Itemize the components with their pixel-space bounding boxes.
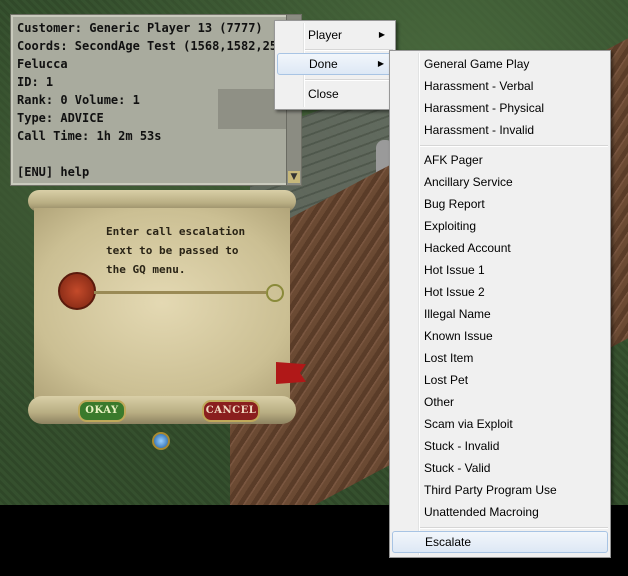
submenu-item-hot-issue-1[interactable]: Hot Issue 1 — [392, 259, 608, 281]
gem-icon — [152, 432, 170, 450]
submenu-item-harassment-physical[interactable]: Harassment - Physical — [392, 97, 608, 119]
submenu-item-ancillary-service[interactable]: Ancillary Service — [392, 171, 608, 193]
submenu-item-unattended-macroing[interactable]: Unattended Macroing — [392, 501, 608, 523]
submenu-item-lost-item[interactable]: Lost Item — [392, 347, 608, 369]
menu-separator — [305, 49, 393, 51]
type-line: Type: ADVICE — [17, 111, 104, 125]
submenu-item-bug-report[interactable]: Bug Report — [392, 193, 608, 215]
dialog-body: Enter call escalation text to be passed … — [34, 208, 306, 398]
menu-separator — [305, 79, 393, 81]
submenu-item-stuck-invalid[interactable]: Stuck - Invalid — [392, 435, 608, 457]
menu-item-player[interactable]: Player ▶ — [277, 24, 393, 46]
rank-volume-line: Rank: 0 Volume: 1 — [17, 93, 140, 107]
scroll-down-arrow-icon[interactable]: ▼ — [288, 171, 300, 183]
call-time-line: Call Time: 1h 2m 53s — [17, 129, 162, 143]
menu-separator — [420, 145, 608, 147]
escalation-message: Enter call escalation text to be passed … — [106, 225, 246, 276]
id-line: ID: 1 — [17, 75, 54, 89]
rope-divider — [94, 291, 266, 294]
wax-seal-icon — [58, 272, 96, 310]
submenu-item-general-game-play[interactable]: General Game Play — [392, 53, 608, 75]
chevron-right-icon: ▶ — [378, 30, 385, 39]
submenu-item-lost-pet[interactable]: Lost Pet — [392, 369, 608, 391]
submenu-item-hacked-account[interactable]: Hacked Account — [392, 237, 608, 259]
submenu-item-harassment-verbal[interactable]: Harassment - Verbal — [392, 75, 608, 97]
submenu-item-third-party-program-use[interactable]: Third Party Program Use — [392, 479, 608, 501]
done-submenu: General Game Play Harassment - Verbal Ha… — [389, 50, 611, 558]
submenu-item-afk-pager[interactable]: AFK Pager — [392, 149, 608, 171]
submenu-item-hot-issue-2[interactable]: Hot Issue 2 — [392, 281, 608, 303]
customer-line: Customer: Generic Player 13 (7777) — [17, 21, 263, 35]
chevron-right-icon: ▶ — [377, 59, 384, 68]
escalation-dialog: Enter call escalation text to be passed … — [28, 190, 306, 430]
menu-item-close[interactable]: Close — [277, 83, 393, 105]
command-line: [ENU] help — [17, 165, 90, 179]
call-info-panel: Customer: Generic Player 13 (7777) Coord… — [10, 14, 306, 186]
coords-line: Coords: SecondAge Test (1568,1582,25) ma — [17, 39, 306, 53]
submenu-item-other[interactable]: Other — [392, 391, 608, 413]
rope-knot-icon — [266, 284, 284, 302]
submenu-item-escalate[interactable]: Escalate — [392, 531, 608, 553]
submenu-item-stuck-valid[interactable]: Stuck - Valid — [392, 457, 608, 479]
menu-item-label: Player — [308, 28, 343, 42]
facet-line: Felucca — [17, 57, 68, 71]
submenu-item-illegal-name[interactable]: Illegal Name — [392, 303, 608, 325]
menu-separator — [420, 527, 608, 529]
cancel-button[interactable]: CANCEL — [202, 400, 260, 422]
context-menu: Player ▶ Done ▶ Close — [274, 20, 396, 110]
menu-item-done[interactable]: Done ▶ — [277, 53, 393, 75]
submenu-item-exploiting[interactable]: Exploiting — [392, 215, 608, 237]
submenu-item-harassment-invalid[interactable]: Harassment - Invalid — [392, 119, 608, 141]
game-window: Customer: Generic Player 13 (7777) Coord… — [0, 0, 628, 576]
menu-item-label: Close — [308, 87, 339, 101]
okay-button[interactable]: OKAY — [78, 400, 126, 422]
submenu-item-known-issue[interactable]: Known Issue — [392, 325, 608, 347]
submenu-item-scam-via-exploit[interactable]: Scam via Exploit — [392, 413, 608, 435]
menu-item-label: Done — [309, 57, 338, 71]
